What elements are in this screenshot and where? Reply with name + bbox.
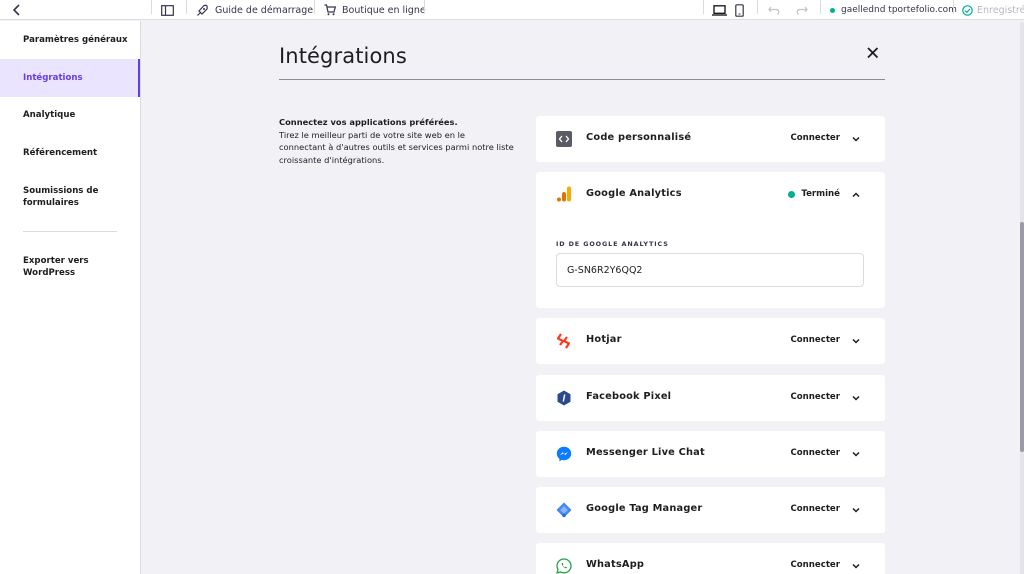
domain-label: gaellednd tportefolio.com bbox=[841, 5, 957, 15]
domain-link[interactable]: gaellednd tportefolio.com bbox=[830, 0, 957, 20]
integration-name: Hotjar bbox=[586, 334, 622, 345]
chevron-down-icon[interactable] bbox=[851, 449, 861, 459]
intro-body: Tirez le meilleur parti de votre site we… bbox=[279, 129, 514, 165]
scrollbar-thumb[interactable] bbox=[1020, 222, 1024, 452]
rocket-icon bbox=[197, 4, 208, 16]
connect-button[interactable]: Connecter bbox=[790, 133, 840, 143]
integration-card-google-tag-manager: Google Tag Manager Connecter bbox=[536, 487, 885, 533]
integration-name: Google Tag Manager bbox=[586, 503, 703, 514]
connect-button[interactable]: Connecter bbox=[790, 504, 840, 514]
integration-name: Messenger Live Chat bbox=[586, 447, 705, 458]
integration-name: WhatsApp bbox=[586, 559, 645, 570]
desktop-view-button[interactable] bbox=[712, 0, 727, 20]
chevron-up-icon[interactable] bbox=[851, 190, 861, 200]
sidebar-item-label: Exporter vers WordPress bbox=[23, 255, 89, 279]
shop-label: Boutique en ligne bbox=[342, 4, 426, 16]
sidebar-toggle-button[interactable] bbox=[161, 0, 174, 20]
guide-label: Guide de démarrage bbox=[215, 4, 314, 16]
laptop-icon bbox=[712, 4, 727, 16]
integration-card-header[interactable]: WhatsApp Connecter bbox=[536, 543, 885, 574]
sidebar-item-integrations[interactable]: Intégrations bbox=[0, 59, 140, 97]
integration-card-header[interactable]: Hotjar Connecter bbox=[536, 318, 885, 364]
integration-card-google-analytics: Google Analytics Terminé ID DE GOOGLE AN… bbox=[536, 172, 885, 308]
chevron-down-icon[interactable] bbox=[851, 336, 861, 346]
intro-heading: Connectez vos applications préférées. bbox=[279, 117, 458, 127]
chevron-down-icon[interactable] bbox=[851, 561, 861, 571]
integration-card-header[interactable]: Facebook Pixel Connecter bbox=[536, 375, 885, 421]
back-button[interactable] bbox=[12, 0, 22, 20]
sidebar-item-label: Référencement bbox=[23, 147, 98, 158]
google-analytics-id-label: ID DE GOOGLE ANALYTICS bbox=[556, 240, 669, 248]
saved-status: Enregistré bbox=[962, 0, 1024, 20]
success-dot-icon bbox=[788, 190, 796, 198]
facebook-pixel-icon bbox=[557, 390, 571, 406]
redo-button[interactable] bbox=[795, 0, 808, 20]
check-circle-icon bbox=[962, 4, 973, 16]
hotjar-icon bbox=[556, 333, 571, 349]
chevron-down-icon[interactable] bbox=[851, 505, 861, 515]
sidebar-item-form-submissions[interactable]: Soumissions de formulaires bbox=[0, 183, 118, 211]
google-analytics-icon bbox=[557, 186, 571, 202]
mobile-view-button[interactable] bbox=[735, 0, 744, 20]
google-tag-manager-icon bbox=[556, 502, 572, 518]
integration-card-header[interactable]: Google Tag Manager Connecter bbox=[536, 487, 885, 533]
cart-icon bbox=[324, 4, 336, 16]
sidebar-item-export-wordpress[interactable]: Exporter vers WordPress bbox=[0, 253, 118, 281]
integration-card-hotjar: Hotjar Connecter bbox=[536, 318, 885, 364]
saved-label: Enregistré bbox=[977, 4, 1024, 16]
code-icon bbox=[556, 131, 572, 147]
sidebar-item-label: Intégrations bbox=[23, 72, 83, 83]
integration-card-whatsapp: WhatsApp Connecter bbox=[536, 543, 885, 574]
sidebar-divider bbox=[23, 231, 117, 232]
completed-status: Terminé bbox=[788, 189, 840, 199]
sidebar-item-analytics[interactable]: Analytique bbox=[0, 105, 140, 125]
integration-name: Code personnalisé bbox=[586, 132, 692, 143]
undo-button[interactable] bbox=[768, 0, 781, 20]
connect-button[interactable]: Connecter bbox=[790, 392, 840, 402]
chevron-left-icon bbox=[12, 4, 20, 16]
online-shop-button[interactable]: Boutique en ligne bbox=[324, 0, 426, 20]
sidebar-item-label: Paramètres généraux bbox=[23, 34, 128, 45]
chevron-down-icon[interactable] bbox=[851, 134, 861, 144]
undo-icon bbox=[768, 6, 780, 15]
sidebar-layout-icon bbox=[161, 4, 174, 16]
settings-sidebar: Paramètres généraux Intégrations Analyti… bbox=[0, 21, 141, 574]
redo-icon bbox=[796, 6, 808, 15]
page-title: Intégrations bbox=[279, 44, 407, 68]
connect-button[interactable]: Connecter bbox=[790, 560, 840, 570]
mobile-icon bbox=[735, 3, 744, 17]
status-dot-icon bbox=[830, 7, 835, 13]
integration-card-facebook-pixel: Facebook Pixel Connecter bbox=[536, 375, 885, 421]
intro-text: Connectez vos applications préférées. Ti… bbox=[279, 116, 514, 166]
chevron-down-icon[interactable] bbox=[851, 393, 861, 403]
google-analytics-id-input[interactable] bbox=[556, 253, 864, 287]
messenger-icon bbox=[556, 446, 572, 462]
sidebar-item-seo[interactable]: Référencement bbox=[0, 143, 140, 163]
sidebar-item-general-settings[interactable]: Paramètres généraux bbox=[0, 30, 140, 50]
integration-name: Google Analytics bbox=[586, 188, 682, 199]
integration-name: Facebook Pixel bbox=[586, 391, 672, 402]
completed-label: Terminé bbox=[801, 189, 840, 199]
connect-button[interactable]: Connecter bbox=[790, 448, 840, 458]
integration-card-custom-code: Code personnalisé Connecter bbox=[536, 116, 885, 162]
getting-started-guide-button[interactable]: Guide de démarrage bbox=[196, 0, 313, 20]
integration-card-messenger-live-chat: Messenger Live Chat Connecter bbox=[536, 431, 885, 477]
integration-card-header[interactable]: Code personnalisé Connecter bbox=[536, 116, 885, 162]
top-toolbar: Guide de démarrage Boutique en ligne gae… bbox=[0, 0, 1024, 20]
integration-card-header[interactable]: Messenger Live Chat Connecter bbox=[536, 431, 885, 477]
close-button[interactable] bbox=[864, 44, 882, 62]
sidebar-item-label: Soumissions de formulaires bbox=[23, 185, 99, 209]
whatsapp-icon bbox=[556, 558, 572, 574]
sidebar-item-label: Analytique bbox=[23, 109, 76, 120]
connect-button[interactable]: Connecter bbox=[790, 335, 840, 345]
close-icon bbox=[867, 47, 879, 59]
title-divider bbox=[279, 79, 885, 80]
integration-card-header[interactable]: Google Analytics Terminé bbox=[536, 172, 885, 218]
